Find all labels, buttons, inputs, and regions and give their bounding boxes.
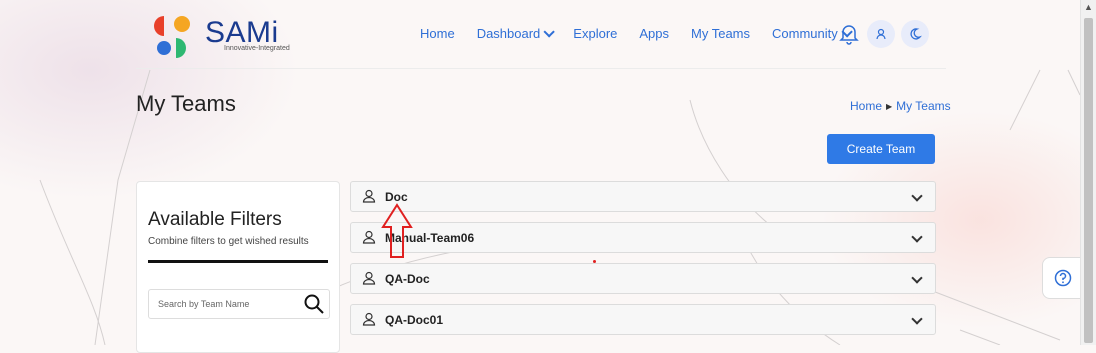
user-icon [362, 230, 376, 244]
team-name: QA-Doc [385, 272, 430, 286]
team-accordion-item[interactable]: QA-Doc01 [350, 304, 936, 335]
brand-tagline: Innovative-Integrated [224, 45, 290, 52]
main-menu: Home Dashboard Explore Apps My Teams Com… [420, 26, 871, 41]
team-accordion-item[interactable]: Manual-Team06 [350, 222, 936, 253]
scrollbar[interactable]: ▲ [1080, 0, 1096, 345]
page-title: My Teams [136, 91, 236, 116]
logo[interactable]: SAMi Innovative-Integrated [152, 12, 302, 60]
nav-dashboard[interactable]: Dashboard [476, 26, 556, 41]
nav-community[interactable]: Community [772, 26, 853, 41]
filters-heading: Available Filters [148, 209, 282, 230]
chevron-down-icon[interactable] [911, 313, 923, 325]
filters-panel: Available Filters Combine filters to get… [136, 181, 340, 353]
user-profile-button[interactable] [867, 20, 895, 48]
chevron-down-icon [543, 26, 556, 38]
team-accordion-item[interactable]: QA-Doc [350, 263, 936, 294]
theme-toggle-button[interactable] [901, 20, 929, 48]
top-navbar: SAMi Innovative-Integrated Home Dashboar… [136, 0, 946, 69]
team-search-input[interactable]: Search by Team Name [148, 289, 330, 319]
chevron-down-icon[interactable] [911, 272, 923, 284]
breadcrumb-separator-icon: ▶ [886, 102, 893, 111]
search-icon[interactable] [303, 293, 325, 315]
nav-my-teams[interactable]: My Teams [691, 26, 750, 41]
user-icon [362, 312, 376, 326]
question-icon [1054, 269, 1072, 287]
nav-apps[interactable]: Apps [639, 26, 669, 41]
team-search-placeholder: Search by Team Name [158, 299, 250, 309]
breadcrumb-home[interactable]: Home [850, 99, 882, 113]
user-icon [876, 28, 886, 40]
annotation-arrow-icon [381, 203, 413, 258]
logo-mark-icon [154, 16, 190, 58]
nav-apps-label: Apps [639, 26, 670, 41]
annotation-dot [593, 260, 596, 263]
filters-divider [148, 260, 328, 263]
team-name: Doc [385, 190, 408, 204]
scroll-up-icon[interactable]: ▲ [1084, 2, 1093, 12]
nav-my-teams-label: My Teams [691, 26, 751, 41]
team-accordion-item[interactable]: Doc [350, 181, 936, 212]
nav-home-label: Home [420, 26, 455, 41]
user-icon [362, 271, 376, 285]
create-team-button[interactable]: Create Team [827, 134, 935, 164]
breadcrumb-current: My Teams [896, 99, 951, 113]
moon-icon [910, 28, 922, 40]
chevron-down-icon[interactable] [911, 190, 923, 202]
filters-subheading: Combine filters to get wished results [148, 236, 309, 247]
nav-dashboard-label: Dashboard [476, 26, 541, 41]
user-icon [362, 189, 376, 203]
nav-community-label: Community [772, 26, 838, 41]
chevron-down-icon[interactable] [911, 231, 923, 243]
team-name: QA-Doc01 [385, 313, 444, 327]
help-button[interactable] [1042, 257, 1084, 299]
nav-home[interactable]: Home [420, 26, 455, 41]
scrollbar-thumb[interactable] [1084, 18, 1093, 343]
bell-icon[interactable] [839, 22, 859, 46]
breadcrumb: Home ▶ My Teams [850, 99, 951, 113]
nav-explore[interactable]: Explore [573, 26, 617, 41]
nav-explore-label: Explore [573, 26, 618, 41]
